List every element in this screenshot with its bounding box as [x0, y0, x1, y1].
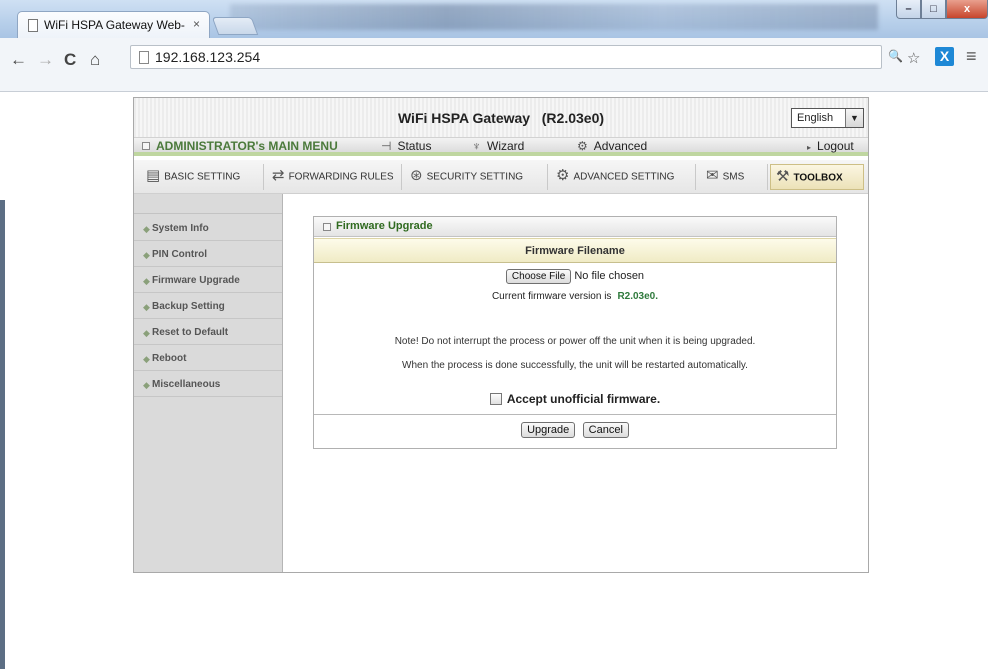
main-menu-bar: ADMINISTRATOR's MAIN MENU ⊣ Status ♆ Wizar… [134, 138, 868, 156]
new-tab-button[interactable] [211, 17, 259, 35]
wizard-icon: ♆ [472, 139, 481, 153]
status-icon: ⊣ [381, 139, 392, 153]
url-text: 192.168.123.254 [155, 49, 261, 65]
forward-icon[interactable]: → [37, 50, 54, 70]
menu-logout[interactable]: ▸ Logout [807, 139, 854, 153]
panel-header: Firmware Upgrade [314, 217, 836, 237]
accept-unofficial-checkbox[interactable] [489, 393, 502, 405]
admin-main-menu[interactable]: ADMINISTRATOR's MAIN MENU [142, 139, 338, 153]
firmware-filename-header: Firmware Filename [314, 238, 836, 263]
tab-close-icon[interactable]: × [193, 17, 200, 31]
menu-wizard[interactable]: ♆ Wizard [472, 139, 524, 153]
menu-advanced[interactable]: ⚙ Advanced [577, 139, 647, 153]
sidebar-item-backup-setting[interactable]: ◆ Backup Setting [134, 293, 282, 319]
reload-icon[interactable]: C [64, 50, 76, 70]
page-header: WiFi HSPA Gateway (R2.03e0) English ▼ [134, 98, 868, 138]
language-select[interactable]: English ▼ [791, 108, 864, 128]
security-icon: ⊛ [410, 167, 423, 184]
tab-advanced-setting[interactable]: ⚙ ADVANCED SETTING [552, 164, 696, 190]
firmware-version-line: Current firmware version is R2.03e0. [314, 291, 836, 302]
bookmark-star-icon[interactable]: ☆ [907, 49, 920, 67]
back-icon[interactable]: ← [10, 50, 27, 70]
upgrade-button[interactable]: Upgrade [521, 422, 576, 438]
tab-toolbox[interactable]: ⚒ TOOLBOX [770, 164, 864, 190]
choose-file-button[interactable]: Choose File [505, 269, 572, 284]
menu-status[interactable]: ⊣ Status [381, 139, 431, 153]
envelope-icon: ✉ [706, 167, 719, 184]
window-edge [0, 200, 5, 669]
sidebar-item-system-info[interactable]: ◆ System Info [134, 215, 282, 241]
advanced-setting-icon: ⚙ [556, 167, 570, 184]
sidebar-item-miscellaneous[interactable]: ◆ Miscellaneous [134, 371, 282, 397]
page-title: WiFi HSPA Gateway (R2.03e0) [397, 110, 605, 126]
page-icon [28, 19, 38, 32]
page-icon [139, 51, 149, 64]
restart-note-text: When the process is done successfully, t… [402, 360, 748, 371]
chevron-down-icon: ▼ [845, 109, 863, 127]
advanced-icon: ⚙ [577, 139, 588, 153]
toolbox-icon: ⚒ [776, 168, 790, 185]
maximize-button[interactable]: □ [921, 0, 946, 19]
file-input-row: Choose File No file chosen [314, 269, 836, 284]
sidebar-item-pin-control[interactable]: ◆ PIN Control [134, 241, 282, 267]
address-bar[interactable]: 192.168.123.254 [130, 45, 882, 69]
language-value: English [797, 112, 834, 124]
tab-sms[interactable]: ✉ SMS [700, 164, 768, 190]
sidebar: ◆ System Info ◆ PIN Control ◆ Firmware Upgr… [134, 194, 283, 572]
basic-setting-icon: ▤ [146, 167, 161, 184]
tab-security-setting[interactable]: ⊛ SECURITY SETTING [406, 164, 548, 190]
browser-toolbar: ← → C ⌂ 192.168.123.254 🔍 ☆ X ≡ [0, 38, 988, 92]
extension-icon[interactable]: X [935, 47, 954, 66]
action-buttons: Upgrade Cancel [314, 414, 836, 448]
sidebar-item-reboot[interactable]: ◆ Reboot [134, 345, 282, 371]
accept-unofficial-label: Accept unofficial firmware. [506, 392, 661, 406]
settings-tabs: ▤ BASIC SETTING ⇄ FORWARDING RULES ⊛ SECURI… [134, 160, 868, 194]
browser-titlebar: WiFi HSPA Gateway Web- × – □ x [0, 0, 988, 38]
panel-title: Firmware Upgrade [336, 220, 433, 232]
zoom-icon[interactable]: 🔍 [888, 49, 903, 63]
home-icon[interactable]: ⌂ [90, 50, 100, 70]
router-admin-page: WiFi HSPA Gateway (R2.03e0) English ▼ AD… [133, 97, 869, 573]
firmware-upgrade-panel: Firmware Upgrade Firmware Filename Choos… [313, 216, 837, 449]
version-value: R2.03e0. [617, 291, 659, 302]
note-text: Note! Do not interrupt the process or po… [394, 336, 756, 347]
minimize-button[interactable]: – [896, 0, 921, 19]
cancel-button[interactable]: Cancel [582, 422, 629, 438]
menu-icon[interactable]: ≡ [966, 46, 977, 67]
sidebar-item-reset-to-default[interactable]: ◆ Reset to Default [134, 319, 282, 345]
tab-basic-setting[interactable]: ▤ BASIC SETTING [140, 164, 264, 190]
accept-unofficial-row: Accept unofficial firmware. [314, 392, 836, 406]
tab-title: WiFi HSPA Gateway Web- [44, 18, 185, 32]
tab-forwarding-rules[interactable]: ⇄ FORWARDING RULES [268, 164, 402, 190]
no-file-label: No file chosen [574, 270, 645, 282]
close-window-button[interactable]: x [946, 0, 988, 19]
version-label: Current firmware version is [491, 291, 612, 302]
browser-tab[interactable]: WiFi HSPA Gateway Web- × [17, 11, 210, 38]
arrow-right-icon: ▸ [807, 143, 812, 152]
forwarding-icon: ⇄ [272, 167, 285, 184]
sidebar-item-firmware-upgrade[interactable]: ◆ Firmware Upgrade [134, 267, 282, 293]
